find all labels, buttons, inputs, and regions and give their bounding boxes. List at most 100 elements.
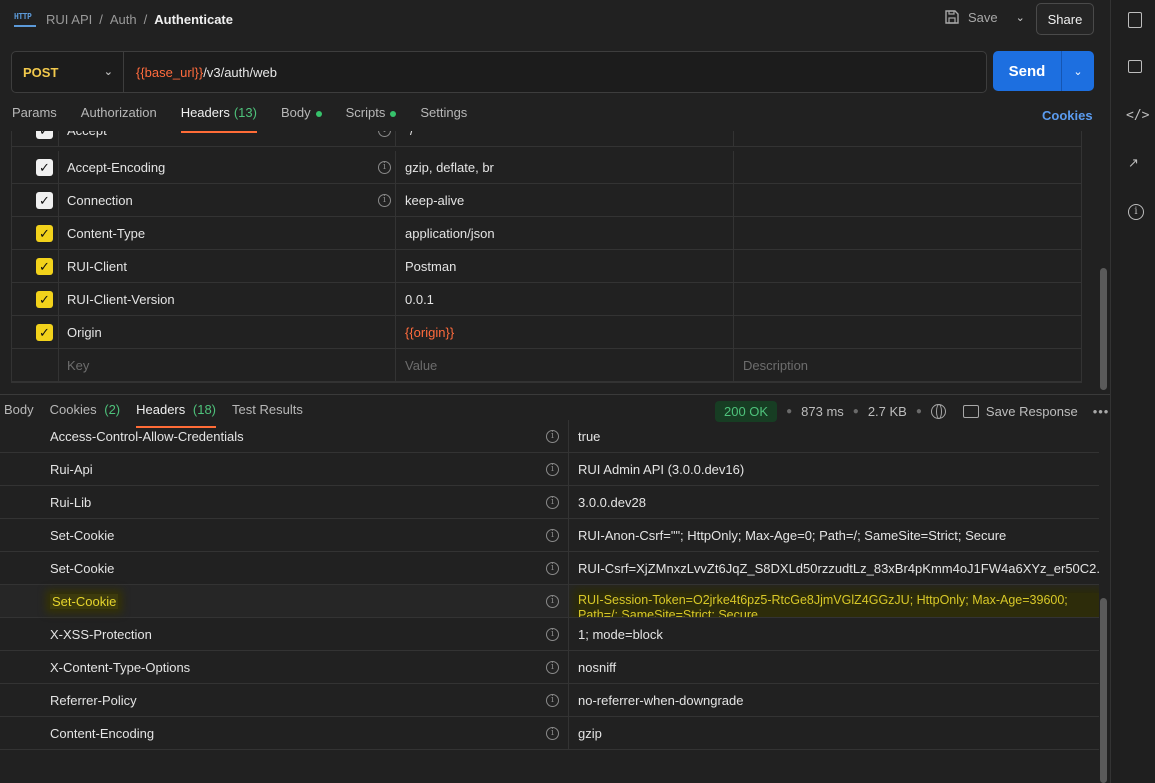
info-icon[interactable]: i: [378, 131, 391, 137]
header-key[interactable]: RUI-Client: [59, 250, 396, 282]
header-description[interactable]: [734, 283, 1081, 315]
tab-params[interactable]: Params: [12, 105, 57, 133]
save-icon: [945, 10, 959, 24]
header-value[interactable]: Postman: [396, 250, 734, 282]
header-key[interactable]: Accept i: [59, 131, 396, 146]
highlighted-value-text: RUI-Session-Token=O2jrke4t6pz5-RtcGe8Jjm…: [578, 593, 1099, 617]
tab-settings[interactable]: Settings: [420, 105, 467, 133]
header-value[interactable]: 0.0.1: [396, 283, 734, 315]
info-icon[interactable]: i: [1128, 204, 1144, 220]
header-key[interactable]: Connection i: [59, 184, 396, 216]
response-header-value: RUI-Session-Token=O2jrke4t6pz5-RtcGe8Jjm…: [569, 585, 1099, 617]
url-variable: {{base_url}}: [136, 64, 204, 80]
tab-body[interactable]: Body: [281, 105, 322, 133]
info-icon[interactable]: i: [546, 628, 559, 641]
tab-resp-headers-label: Headers: [136, 402, 186, 417]
header-description[interactable]: [734, 250, 1081, 282]
header-description[interactable]: [734, 316, 1081, 348]
header-value[interactable]: gzip, deflate, br: [396, 151, 734, 183]
header-checkbox[interactable]: ✓: [36, 258, 53, 275]
tab-scripts-label: Scripts: [345, 105, 386, 120]
request-scrollbar[interactable]: [1100, 268, 1107, 390]
info-icon[interactable]: i: [546, 430, 559, 443]
pane-divider[interactable]: [0, 394, 1110, 395]
info-icon[interactable]: i: [378, 194, 391, 207]
table-row: Referrer-Policy i no-referrer-when-downgr…: [0, 684, 1099, 717]
info-icon[interactable]: i: [546, 562, 559, 575]
chevron-down-icon[interactable]: ⌄: [1016, 11, 1025, 24]
url-path: /v3/auth/web: [203, 64, 277, 80]
breadcrumb-folder[interactable]: Auth: [110, 12, 137, 27]
table-row: ✓ Origin {{origin}}: [12, 316, 1081, 349]
info-icon[interactable]: i: [546, 496, 559, 509]
chevron-down-icon[interactable]: ⌄: [1062, 65, 1094, 78]
response-header-value: RUI-Csrf=XjZMnxzLvvZt6JqZ_S8DXLd50rzzudt…: [578, 560, 1099, 576]
header-checkbox[interactable]: ✓: [36, 324, 53, 341]
header-value[interactable]: keep-alive: [396, 184, 734, 216]
documentation-icon[interactable]: [1128, 12, 1142, 28]
page-title[interactable]: Authenticate: [154, 12, 233, 27]
cookies-link[interactable]: Cookies: [1042, 108, 1093, 123]
info-icon[interactable]: i: [546, 727, 559, 740]
table-row: ✓ Connection i keep-alive: [12, 184, 1081, 217]
save-response-button[interactable]: Save Response: [962, 403, 1078, 419]
header-description[interactable]: [734, 217, 1081, 249]
response-header-value: 1; mode=block: [578, 626, 663, 642]
header-description[interactable]: [734, 184, 1081, 216]
method-select[interactable]: POST ⌄: [12, 52, 124, 92]
header-key[interactable]: Accept-Encoding i: [59, 151, 396, 183]
header-checkbox[interactable]: ✓: [36, 131, 53, 139]
tab-scripts[interactable]: Scripts: [346, 105, 397, 133]
header-key[interactable]: Content-Type: [59, 217, 396, 249]
header-value[interactable]: {{origin}}: [396, 316, 734, 348]
tab-authorization[interactable]: Authorization: [81, 105, 157, 133]
send-button[interactable]: Send ⌄: [993, 51, 1094, 91]
info-icon[interactable]: i: [546, 595, 559, 608]
info-icon[interactable]: i: [546, 463, 559, 476]
new-description-input[interactable]: Description: [734, 349, 1081, 381]
table-row: ✓ Accept-Encoding i gzip, deflate, br: [12, 151, 1081, 184]
top-bar: HTTP RUI API / Auth / Authenticate Save …: [0, 0, 1110, 40]
header-description[interactable]: [734, 151, 1081, 183]
header-description[interactable]: [734, 131, 1081, 146]
header-value[interactable]: application/json: [396, 217, 734, 249]
response-header-key-text: X-Content-Type-Options: [50, 659, 191, 675]
info-icon[interactable]: i: [546, 529, 559, 542]
share-button[interactable]: Share: [1036, 3, 1094, 35]
comments-icon[interactable]: [1128, 60, 1142, 73]
response-size[interactable]: 2.7 KB: [868, 404, 907, 419]
tab-headers[interactable]: Headers (13): [180, 105, 258, 133]
table-row: ✓ RUI-Client-Version 0.0.1: [12, 283, 1081, 316]
table-row: Set-Cookie i RUI-Csrf=XjZMnxzLvvZt6JqZ_S8…: [0, 552, 1099, 585]
header-key[interactable]: RUI-Client-Version: [59, 283, 396, 315]
breadcrumb-separator: /: [143, 12, 148, 27]
header-checkbox[interactable]: ✓: [36, 291, 53, 308]
status-badge[interactable]: 200 OK: [715, 400, 778, 422]
header-checkbox[interactable]: ✓: [36, 225, 53, 242]
new-value-input[interactable]: Value: [396, 349, 734, 381]
expand-icon[interactable]: ↗: [1128, 155, 1142, 171]
body-indicator-dot: [315, 111, 322, 117]
more-options-icon[interactable]: •••: [1093, 404, 1110, 419]
header-checkbox[interactable]: ✓: [36, 159, 53, 176]
save-button[interactable]: Save ⌄: [944, 9, 1025, 25]
breadcrumb-collection[interactable]: RUI API: [46, 12, 92, 27]
resp-headers-count: (18): [192, 402, 217, 417]
table-row-new: Key Value Description: [12, 349, 1081, 382]
new-key-input[interactable]: Key: [59, 349, 396, 381]
save-response-label: Save Response: [985, 403, 1078, 419]
url-input[interactable]: {{base_url}}/v3/auth/web: [124, 65, 277, 80]
header-key-text: Connection: [67, 192, 133, 208]
info-icon[interactable]: i: [546, 694, 559, 707]
header-checkbox[interactable]: ✓: [36, 192, 53, 209]
code-snippet-icon[interactable]: </>: [1126, 108, 1149, 124]
header-value[interactable]: */*: [396, 131, 734, 146]
header-key[interactable]: Origin: [59, 316, 396, 348]
separator-dot: ●: [786, 405, 793, 417]
info-icon[interactable]: i: [546, 661, 559, 674]
response-meta: 200 OK ● 873 ms ● 2.7 KB ● Save Response…: [715, 400, 1109, 422]
network-globe-icon[interactable]: [930, 403, 946, 419]
info-icon[interactable]: i: [378, 161, 391, 174]
response-time[interactable]: 873 ms: [801, 404, 844, 419]
response-scrollbar[interactable]: [1100, 598, 1107, 783]
